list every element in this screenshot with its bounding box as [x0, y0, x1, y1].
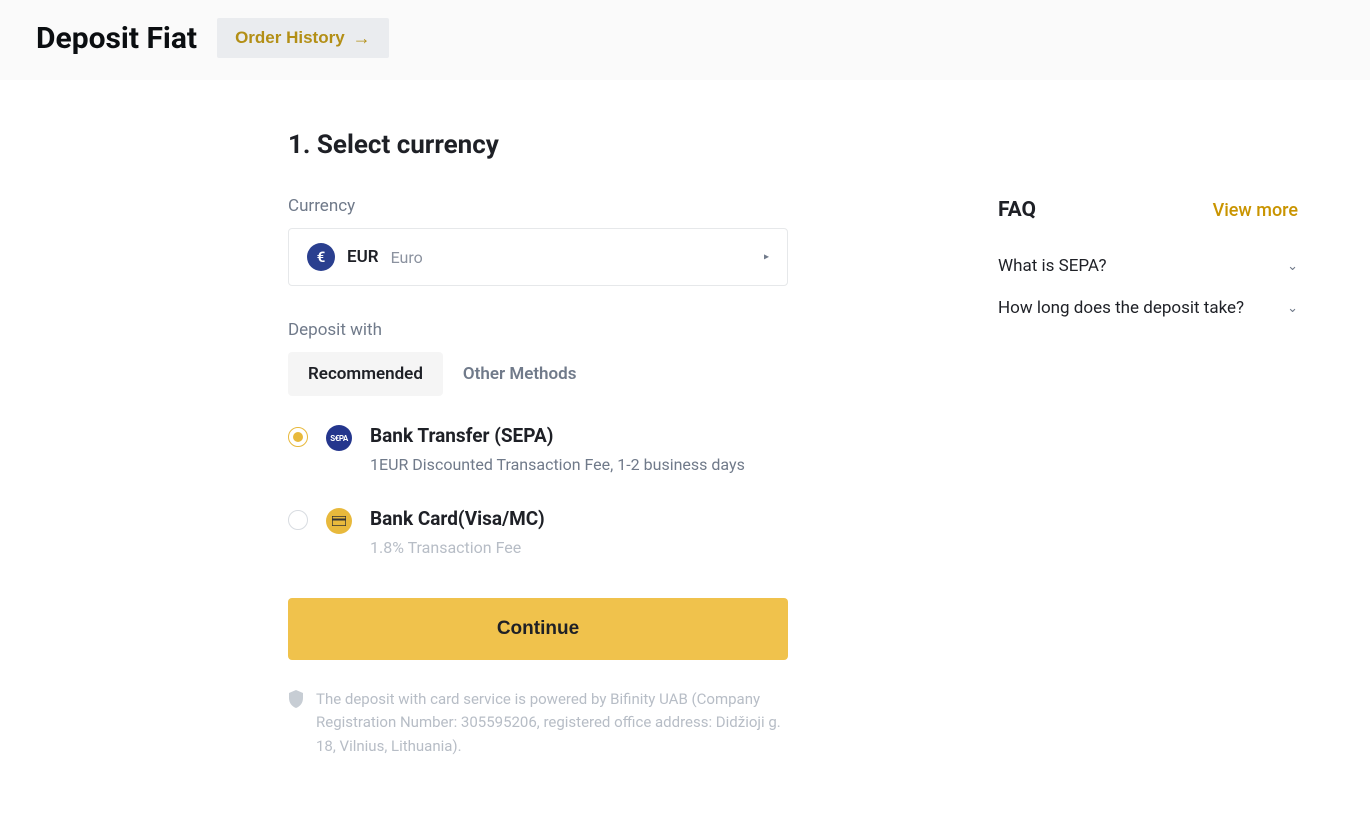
tab-recommended[interactable]: Recommended [288, 352, 443, 396]
deposit-method-tabs: Recommended Other Methods [288, 352, 788, 396]
method-desc: 1.8% Transaction Fee [370, 536, 788, 560]
euro-icon: € [307, 243, 335, 271]
method-bank-transfer-sepa[interactable]: S€PA Bank Transfer (SEPA) 1EUR Discounte… [288, 424, 788, 477]
disclaimer-text: The deposit with card service is powered… [316, 688, 788, 758]
faq-item-what-is-sepa[interactable]: What is SEPA? ⌄ [998, 256, 1298, 276]
faq-item-deposit-duration[interactable]: How long does the deposit take? ⌄ [998, 298, 1298, 318]
currency-label: Currency [288, 196, 788, 216]
faq-question: How long does the deposit take? [998, 298, 1244, 318]
faq-panel: FAQ View more What is SEPA? ⌄ How long d… [998, 130, 1298, 758]
method-title: Bank Card(Visa/MC) [370, 507, 788, 530]
order-history-button[interactable]: Order History → [217, 18, 389, 58]
order-history-label: Order History [235, 28, 345, 48]
deposit-with-label: Deposit with [288, 320, 788, 340]
caret-right-icon: ▸ [764, 252, 769, 263]
radio-unselected[interactable] [288, 510, 308, 530]
sepa-icon: S€PA [326, 425, 352, 451]
currency-code: EUR [347, 247, 379, 267]
card-icon [326, 508, 352, 534]
page-header: Deposit Fiat Order History → [0, 0, 1370, 80]
page-title: Deposit Fiat [36, 21, 197, 56]
chevron-down-icon: ⌄ [1287, 301, 1298, 316]
currency-select[interactable]: € EUR Euro ▸ [288, 228, 788, 286]
faq-title: FAQ [998, 198, 1036, 222]
faq-question: What is SEPA? [998, 256, 1107, 276]
currency-name: Euro [391, 248, 423, 267]
arrow-right-icon: → [353, 29, 371, 47]
radio-selected[interactable] [288, 427, 308, 447]
chevron-down-icon: ⌄ [1287, 259, 1298, 274]
method-desc: 1EUR Discounted Transaction Fee, 1-2 bus… [370, 453, 788, 477]
step-title: 1. Select currency [288, 130, 788, 160]
method-title: Bank Transfer (SEPA) [370, 424, 788, 447]
shield-icon [288, 690, 304, 758]
continue-button[interactable]: Continue [288, 598, 788, 660]
deposit-form: 1. Select currency Currency € EUR Euro ▸… [288, 130, 788, 758]
faq-view-more-link[interactable]: View more [1213, 200, 1298, 221]
method-bank-card[interactable]: Bank Card(Visa/MC) 1.8% Transaction Fee [288, 507, 788, 560]
tab-other-methods[interactable]: Other Methods [443, 352, 597, 396]
disclaimer: The deposit with card service is powered… [288, 688, 788, 758]
